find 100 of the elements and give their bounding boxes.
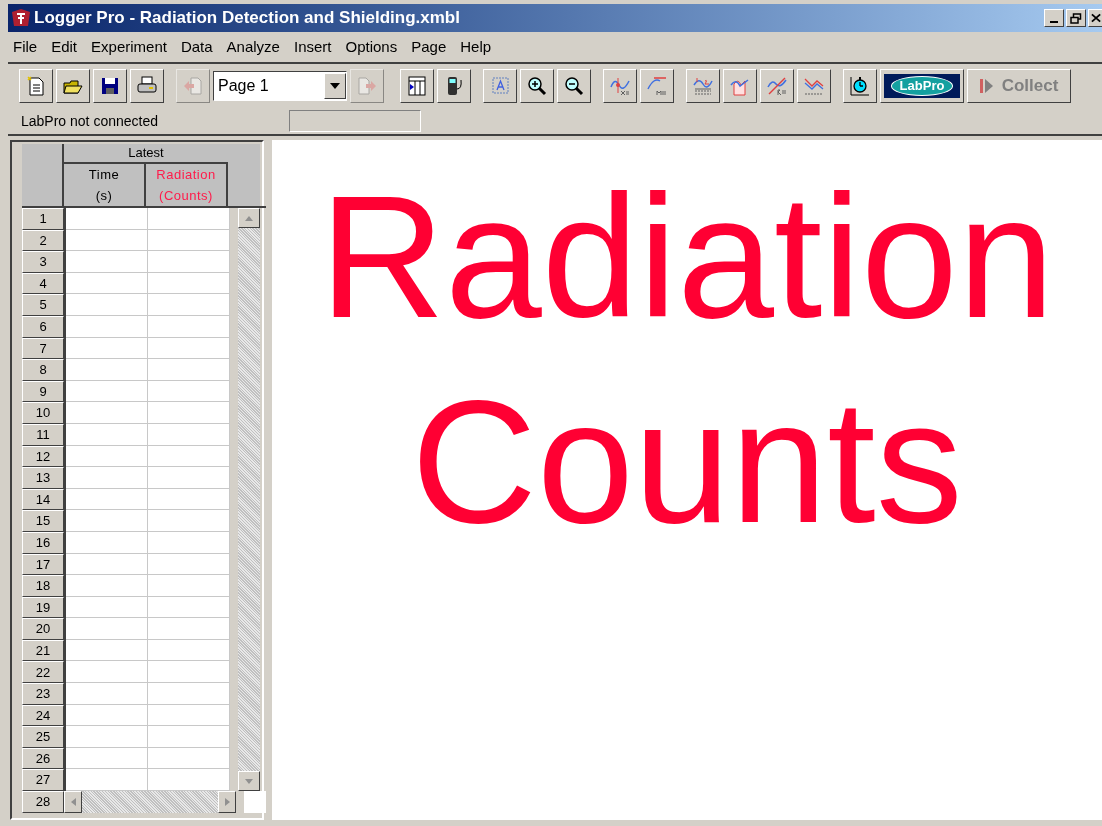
row-number[interactable]: 20 xyxy=(22,618,64,640)
menu-item[interactable]: Options xyxy=(345,35,398,59)
table-cell[interactable] xyxy=(148,423,230,446)
text-annotation-button[interactable] xyxy=(483,69,517,103)
row-number[interactable]: 28 xyxy=(22,791,64,813)
table-cell[interactable] xyxy=(66,272,148,295)
row-number[interactable]: 21 xyxy=(22,639,64,662)
table-cell[interactable] xyxy=(66,596,148,619)
close-button[interactable] xyxy=(1088,9,1102,27)
table-cell[interactable] xyxy=(66,683,148,705)
table-cell[interactable] xyxy=(148,445,230,468)
table-cell[interactable] xyxy=(148,337,230,360)
row-number[interactable]: 26 xyxy=(22,747,64,770)
row-number[interactable]: 3 xyxy=(22,251,64,273)
row-number[interactable]: 5 xyxy=(22,294,64,316)
table-cell[interactable] xyxy=(148,380,230,403)
row-number[interactable]: 8 xyxy=(22,359,64,381)
table-cell[interactable] xyxy=(148,553,230,576)
row-number[interactable]: 16 xyxy=(22,531,64,554)
table-cell[interactable] xyxy=(148,704,230,727)
row-number[interactable]: 25 xyxy=(22,726,64,748)
zoom-out-button[interactable] xyxy=(557,69,591,103)
table-cell[interactable] xyxy=(148,229,230,252)
table-cell[interactable] xyxy=(66,553,148,576)
table-cell[interactable] xyxy=(148,315,230,338)
menu-item[interactable]: Help xyxy=(460,35,492,59)
row-number[interactable]: 24 xyxy=(22,704,64,727)
table-cell[interactable] xyxy=(66,467,148,489)
row-number[interactable]: 22 xyxy=(22,661,64,684)
table-cell[interactable] xyxy=(148,726,230,748)
row-number[interactable]: 27 xyxy=(22,769,64,792)
row-number[interactable]: 4 xyxy=(22,272,64,295)
data-collection-button[interactable] xyxy=(843,69,877,103)
menu-item[interactable]: File xyxy=(13,35,38,59)
table-cell[interactable] xyxy=(66,510,148,532)
row-number[interactable]: 2 xyxy=(22,229,64,252)
new-file-button[interactable] xyxy=(19,69,53,103)
table-cell[interactable] xyxy=(66,575,148,597)
table-cell[interactable] xyxy=(66,380,148,403)
vertical-scrollbar[interactable] xyxy=(238,208,260,792)
examine-button[interactable] xyxy=(603,69,637,103)
statistics-button[interactable] xyxy=(686,69,720,103)
table-cell[interactable] xyxy=(66,445,148,468)
row-number[interactable]: 23 xyxy=(22,683,64,705)
row-number[interactable]: 18 xyxy=(22,575,64,597)
column-header[interactable]: Time (s) xyxy=(64,164,146,206)
menu-item[interactable]: Page xyxy=(411,35,447,59)
horizontal-scrollbar[interactable] xyxy=(64,791,236,813)
table-cell[interactable] xyxy=(148,510,230,532)
table-cell[interactable] xyxy=(66,229,148,252)
table-cell[interactable] xyxy=(66,337,148,360)
table-cell[interactable] xyxy=(66,251,148,273)
table-cell[interactable] xyxy=(148,618,230,640)
table-cell[interactable] xyxy=(148,531,230,554)
table-cell[interactable] xyxy=(148,488,230,511)
curve-fit-button[interactable] xyxy=(797,69,831,103)
table-cell[interactable] xyxy=(148,402,230,424)
data-browser-button[interactable] xyxy=(400,69,434,103)
table-cell[interactable] xyxy=(66,208,148,230)
row-number[interactable]: 7 xyxy=(22,337,64,360)
restore-button[interactable] xyxy=(1066,9,1086,27)
minimize-button[interactable] xyxy=(1044,9,1064,27)
table-cell[interactable] xyxy=(148,467,230,489)
table-cell[interactable] xyxy=(148,294,230,316)
table-cell[interactable] xyxy=(66,726,148,748)
menu-item[interactable]: Insert xyxy=(293,35,332,59)
interface-button[interactable] xyxy=(437,69,471,103)
table-cell[interactable] xyxy=(148,661,230,684)
row-number[interactable]: 9 xyxy=(22,380,64,403)
row-number[interactable]: 1 xyxy=(22,208,64,230)
table-cell[interactable] xyxy=(148,251,230,273)
table-cell[interactable] xyxy=(66,359,148,381)
table-cell[interactable] xyxy=(148,208,230,230)
row-number[interactable]: 14 xyxy=(22,488,64,511)
tangent-button[interactable] xyxy=(640,69,674,103)
page-select[interactable]: Page 1 xyxy=(213,71,347,101)
table-cell[interactable] xyxy=(66,294,148,316)
row-number[interactable]: 6 xyxy=(22,315,64,338)
table-cell[interactable] xyxy=(66,747,148,770)
table-cell[interactable] xyxy=(66,639,148,662)
row-number[interactable]: 15 xyxy=(22,510,64,532)
menu-item[interactable]: Data xyxy=(180,35,213,59)
row-number[interactable]: 10 xyxy=(22,402,64,424)
zoom-in-button[interactable] xyxy=(520,69,554,103)
menu-item[interactable]: Analyze xyxy=(226,35,280,59)
table-cell[interactable] xyxy=(66,531,148,554)
table-cell[interactable] xyxy=(66,618,148,640)
table-cell[interactable] xyxy=(148,272,230,295)
table-cell[interactable] xyxy=(148,575,230,597)
print-button[interactable] xyxy=(130,69,164,103)
table-cell[interactable] xyxy=(148,596,230,619)
open-button[interactable] xyxy=(56,69,90,103)
row-number[interactable]: 12 xyxy=(22,445,64,468)
menu-item[interactable]: Experiment xyxy=(91,35,167,59)
linear-fit-button[interactable] xyxy=(760,69,794,103)
save-button[interactable] xyxy=(93,69,127,103)
table-cell[interactable] xyxy=(148,639,230,662)
table-cell[interactable] xyxy=(148,747,230,770)
table-cell[interactable] xyxy=(148,359,230,381)
row-number[interactable]: 19 xyxy=(22,596,64,619)
